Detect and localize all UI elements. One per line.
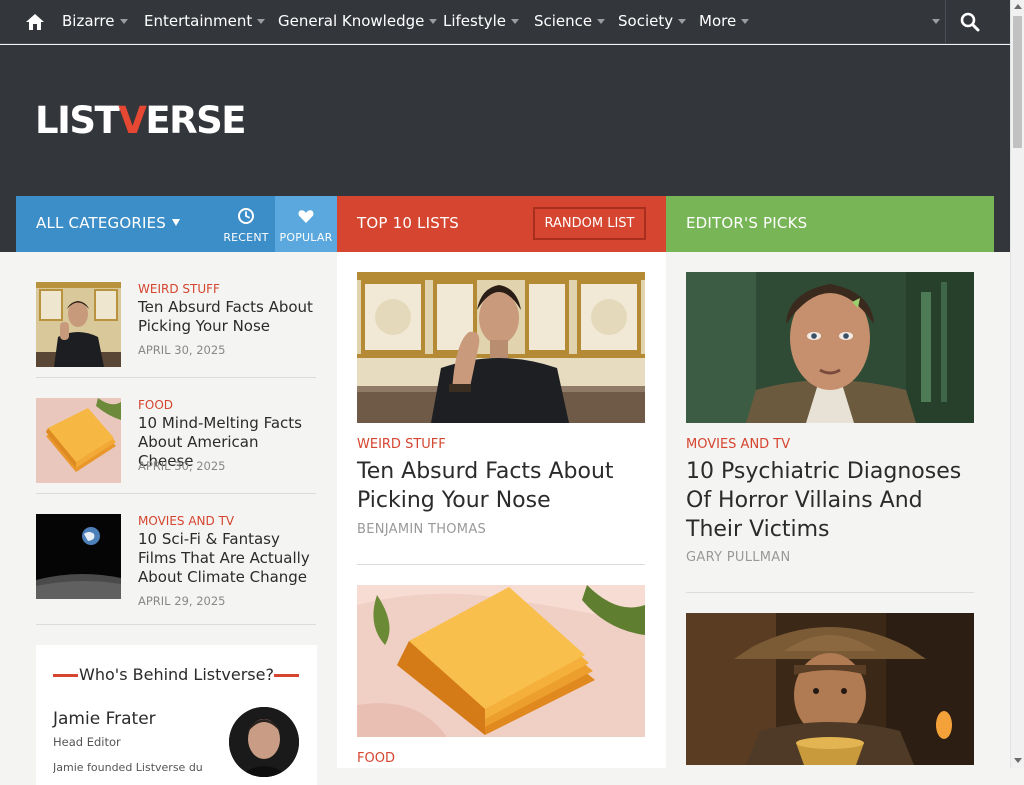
- top10-bar: TOP 10 LISTS RANDOM LIST: [337, 196, 666, 252]
- decorative-line: [274, 674, 299, 677]
- featured-article-image[interactable]: [686, 272, 974, 423]
- categories-bar: ALL CATEGORIES RECENT POPULAR: [16, 196, 337, 252]
- clock-icon: [238, 208, 254, 224]
- article-author[interactable]: BENJAMIN THOMAS: [357, 522, 486, 537]
- chevron-down-icon: [429, 19, 438, 24]
- editor-role: Head Editor: [53, 735, 121, 749]
- avatar[interactable]: [229, 707, 299, 777]
- article-author[interactable]: GARY PULLMAN: [686, 550, 791, 565]
- editors-picks-heading[interactable]: EDITOR'S PICKS: [686, 214, 807, 232]
- nav-label: Bizarre: [62, 12, 115, 30]
- editors-bar: EDITOR'S PICKS: [666, 196, 994, 252]
- article-title[interactable]: 10 Psychiatric Diagnoses Of Horror Villa…: [686, 457, 982, 544]
- nav-label: General Knowledge: [278, 12, 425, 30]
- nav-item-science[interactable]: Science: [534, 0, 606, 44]
- list-item[interactable]: MOVIES AND TV 10 Sci-Fi & Fantasy Films …: [36, 514, 316, 614]
- search-icon[interactable]: [958, 10, 982, 34]
- article-category[interactable]: MOVIES AND TV: [138, 514, 234, 528]
- cheese-image: [357, 585, 645, 737]
- divider: [357, 564, 645, 565]
- article-image[interactable]: [686, 613, 974, 765]
- divider: [686, 592, 974, 593]
- editor-name[interactable]: Jamie Frater: [53, 709, 156, 729]
- article-thumbnail[interactable]: [36, 398, 121, 483]
- list-item[interactable]: WEIRD STUFF Ten Absurd Facts About Picki…: [36, 282, 316, 367]
- about-box: Who's Behind Listverse? Jamie Frater Hea…: [36, 645, 317, 785]
- chevron-down-icon: [597, 19, 606, 24]
- nav-item-entertainment[interactable]: Entertainment: [144, 0, 266, 44]
- featured-article-image[interactable]: [357, 272, 645, 423]
- tab-popular[interactable]: POPULAR: [275, 196, 337, 252]
- divider: [36, 624, 316, 625]
- earthrise-thumb-image: [36, 514, 121, 599]
- list-item[interactable]: FOOD 10 Mind-Melting Facts About America…: [36, 398, 316, 483]
- dropdown-caret-icon[interactable]: [932, 19, 940, 24]
- cheese-thumb-image: [36, 398, 121, 483]
- article-category[interactable]: WEIRD STUFF: [138, 282, 220, 296]
- nav-label: More: [699, 12, 737, 30]
- article-date: APRIL 30, 2025: [138, 343, 226, 357]
- nav-item-more[interactable]: More: [699, 0, 750, 44]
- top-nav: Bizarre Entertainment General Knowledge …: [0, 0, 1010, 44]
- editor-portrait-image: [229, 707, 299, 777]
- heart-icon: [298, 210, 314, 223]
- site-logo[interactable]: LISTVERSE: [35, 99, 247, 142]
- page-scrollbar[interactable]: [1010, 0, 1024, 768]
- article-image[interactable]: [357, 585, 645, 737]
- logo-text: ERSE: [145, 99, 246, 142]
- logo-text-v: V: [118, 99, 147, 142]
- article-title[interactable]: 10 Sci-Fi & Fantasy Films That Are Actua…: [138, 530, 316, 587]
- chevron-down-icon: [257, 19, 266, 24]
- tab-recent-label: RECENT: [223, 231, 269, 244]
- article-thumbnail[interactable]: [36, 514, 121, 599]
- chevron-down-icon: [511, 19, 520, 24]
- nav-label: Lifestyle: [443, 12, 507, 30]
- random-list-button[interactable]: RANDOM LIST: [533, 207, 646, 240]
- divider: [36, 493, 316, 494]
- article-category[interactable]: FOOD: [357, 751, 395, 766]
- tab-recent[interactable]: RECENT: [217, 196, 275, 252]
- scroll-up-arrow-icon[interactable]: [1014, 4, 1022, 9]
- article-category[interactable]: WEIRD STUFF: [357, 437, 446, 452]
- scroll-thumb[interactable]: [1013, 16, 1022, 148]
- nav-label: Society: [618, 12, 674, 30]
- nav-label: Science: [534, 12, 593, 30]
- article-title[interactable]: Ten Absurd Facts About Picking Your Nose: [138, 298, 316, 336]
- adventurer-image: [686, 613, 974, 765]
- nav-divider: [945, 0, 946, 44]
- article-date: APRIL 29, 2025: [138, 594, 226, 608]
- chevron-down-icon: [119, 19, 128, 24]
- all-categories-dropdown[interactable]: ALL CATEGORIES: [36, 214, 181, 232]
- top10-heading[interactable]: TOP 10 LISTS: [357, 214, 459, 232]
- nav-item-bizarre[interactable]: Bizarre: [62, 0, 128, 44]
- nav-item-society[interactable]: Society: [618, 0, 687, 44]
- horror-actor-image: [686, 272, 974, 423]
- article-category[interactable]: MOVIES AND TV: [686, 437, 790, 452]
- all-categories-label: ALL CATEGORIES: [36, 214, 167, 232]
- nose-man-image: [357, 272, 645, 423]
- scroll-down-arrow-icon[interactable]: [1014, 758, 1022, 763]
- nose-man-thumb-image: [36, 282, 121, 367]
- chevron-down-icon: [678, 19, 687, 24]
- home-icon[interactable]: [18, 11, 52, 33]
- tab-popular-label: POPULAR: [279, 231, 333, 244]
- divider: [36, 377, 316, 378]
- article-thumbnail[interactable]: [36, 282, 121, 367]
- chevron-down-icon: [172, 219, 181, 226]
- chevron-down-icon: [741, 19, 750, 24]
- article-date: APRIL 30, 2025: [138, 459, 226, 473]
- article-category[interactable]: FOOD: [138, 398, 173, 412]
- editor-bio: Jamie founded Listverse due: [53, 761, 203, 773]
- nav-item-lifestyle[interactable]: Lifestyle: [443, 0, 520, 44]
- nav-label: Entertainment: [144, 12, 253, 30]
- article-title[interactable]: Ten Absurd Facts About Picking Your Nose: [357, 457, 653, 515]
- logo-text: LIST: [35, 99, 120, 142]
- nav-item-general-knowledge[interactable]: General Knowledge: [278, 0, 438, 44]
